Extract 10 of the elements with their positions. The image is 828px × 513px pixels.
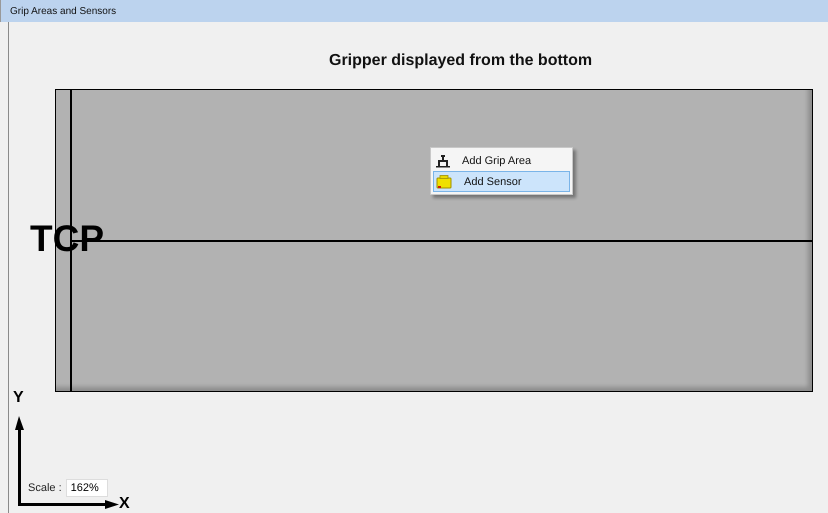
scale-field[interactable]: 162% bbox=[66, 479, 108, 497]
menu-item[interactable]: Add Grip Area bbox=[433, 150, 570, 171]
menu-item[interactable]: Add Sensor bbox=[433, 171, 570, 192]
y-axis-label: Y bbox=[13, 389, 24, 407]
gripper-icon bbox=[436, 154, 450, 168]
scale-label: Scale : bbox=[28, 482, 62, 494]
x-axis-label: X bbox=[119, 495, 130, 513]
sensor-icon bbox=[436, 174, 452, 188]
window-title: Grip Areas and Sensors bbox=[10, 6, 116, 16]
canvas-heading: Gripper displayed from the bottom bbox=[329, 52, 592, 70]
